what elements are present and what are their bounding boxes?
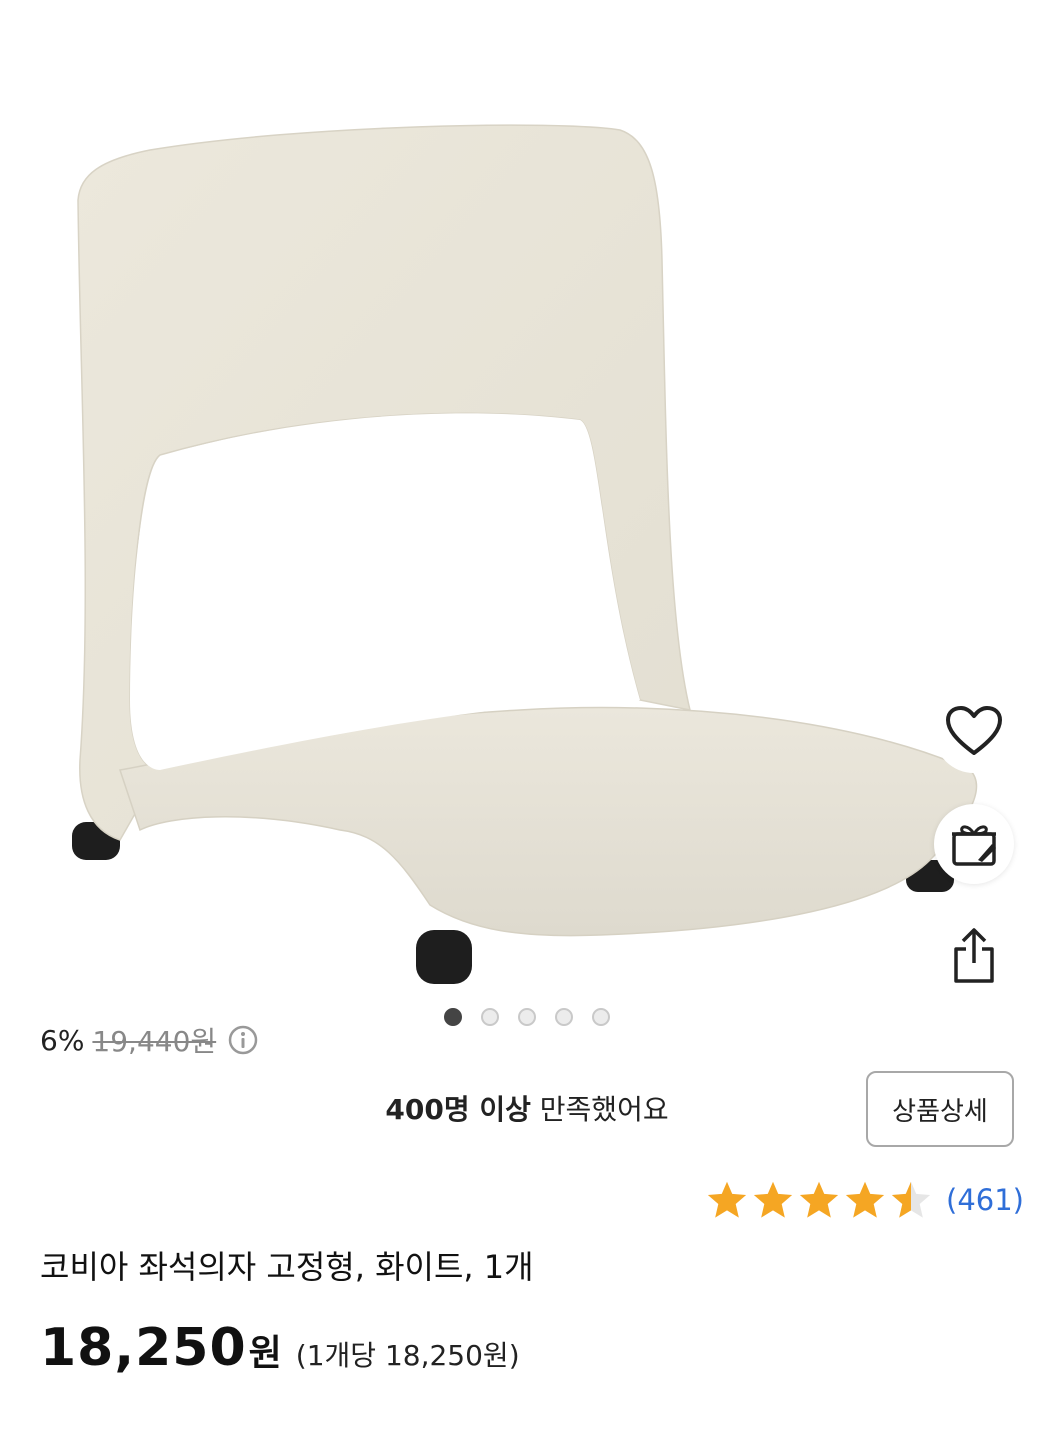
heart-icon <box>945 705 1003 761</box>
chair-illustration <box>72 124 978 984</box>
gift-icon <box>948 816 1000 872</box>
rating[interactable]: (461) <box>706 1180 1024 1220</box>
share-button[interactable] <box>934 918 1014 998</box>
product-title: 코비아 좌석의자 고정형, 화이트, 1개 <box>40 1248 534 1286</box>
satisfaction-label: 만족했어요 <box>530 1093 669 1126</box>
carousel-dot[interactable] <box>592 1008 610 1026</box>
star-icon <box>845 1181 885 1218</box>
final-price: 18,250 <box>40 1318 247 1378</box>
carousel-dot[interactable] <box>518 1008 536 1026</box>
half-star-icon <box>891 1181 931 1218</box>
unit-price: (1개당 18,250원) <box>295 1339 520 1372</box>
star-rating <box>706 1180 932 1220</box>
review-count-link[interactable]: (461) <box>946 1183 1024 1217</box>
discount-row: 6% 19,440원 <box>40 1020 258 1060</box>
product-detail-button[interactable]: 상품상세 <box>866 1071 1014 1147</box>
original-price: 19,440원 <box>92 1025 217 1058</box>
satisfaction-count: 400명 이상 <box>385 1093 531 1126</box>
share-icon <box>948 927 1000 989</box>
wishlist-button[interactable] <box>934 693 1014 773</box>
final-price-unit: 원 <box>248 1333 282 1374</box>
info-icon[interactable] <box>228 1025 258 1055</box>
carousel-dot[interactable] <box>555 1008 573 1026</box>
carousel-dot[interactable] <box>444 1008 462 1026</box>
gift-button[interactable] <box>934 804 1014 884</box>
star-icon <box>753 1181 793 1218</box>
final-price-row: 18,250 원 (1개당 18,250원) <box>40 1318 520 1378</box>
star-icon <box>799 1181 839 1218</box>
discount-percent: 6% <box>40 1023 85 1057</box>
star-icon <box>707 1181 747 1218</box>
carousel-dot[interactable] <box>481 1008 499 1026</box>
product-image[interactable] <box>0 0 1054 1040</box>
